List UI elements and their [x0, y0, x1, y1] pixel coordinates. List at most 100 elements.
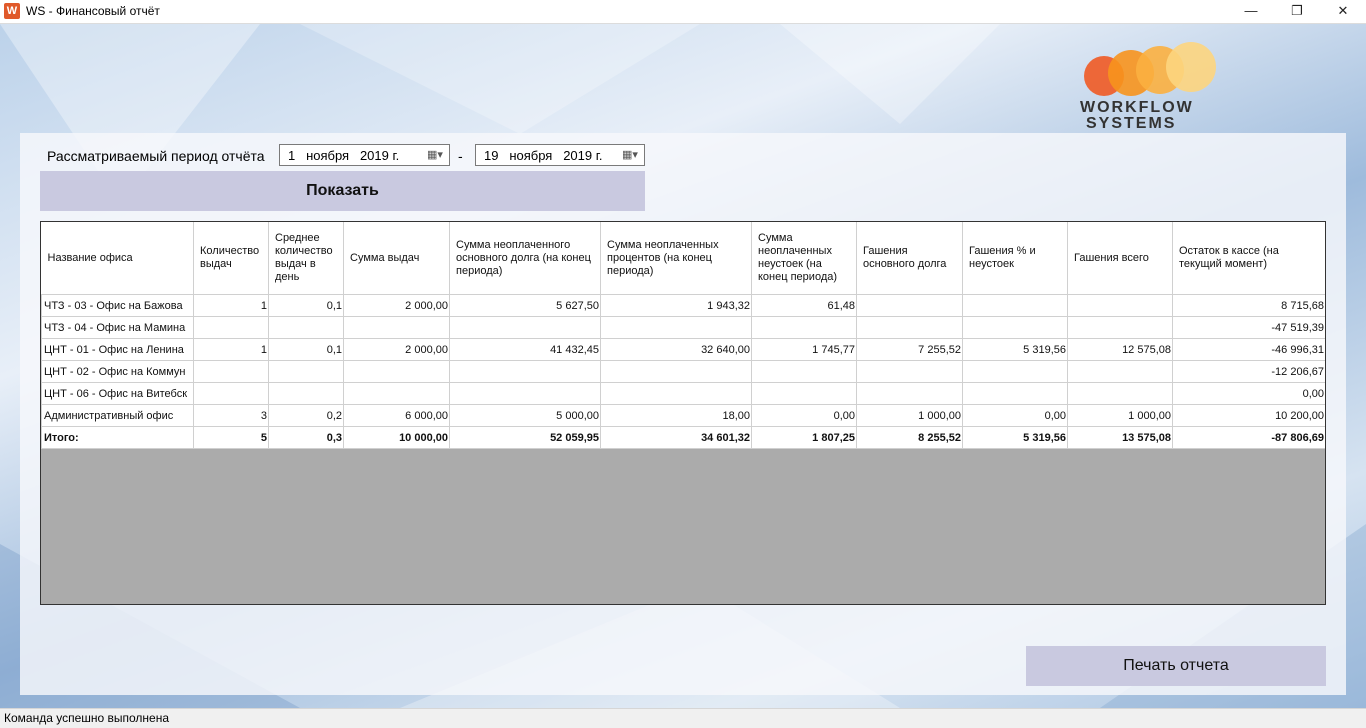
table-cell: 1 745,77 [751, 338, 857, 361]
table-cell [751, 382, 857, 405]
table-cell [856, 294, 963, 317]
table-row[interactable]: ЧТЗ - 04 - Офис на Мамина -47 519,39 [41, 316, 1325, 339]
table-cell: 0,3 [268, 426, 344, 449]
table-cell: 32 640,00 [600, 338, 752, 361]
window-title: WS - Финансовый отчёт [26, 4, 160, 18]
table-row[interactable]: Административный офис 3 0,2 6 000,00 5 000,0… [41, 404, 1325, 427]
table-cell: 2 000,00 [343, 294, 450, 317]
table-cell: 52 059,95 [449, 426, 601, 449]
table-cell: -47 519,39 [1172, 316, 1325, 339]
table-cell: 0,1 [268, 294, 344, 317]
table-cell: 1 807,25 [751, 426, 857, 449]
table-row[interactable]: ЦНТ - 02 - Офис на Коммун -12 206,67 [41, 360, 1325, 383]
table-cell: 8 715,68 [1172, 294, 1325, 317]
office-name-cell: ЦНТ - 06 - Офис на Витебск [41, 382, 194, 405]
table-cell: 10 000,00 [343, 426, 450, 449]
column-header[interactable]: Среднее количество выдач в день [268, 222, 344, 295]
table-cell [449, 360, 601, 383]
table-cell [193, 360, 269, 383]
table-cell [962, 382, 1068, 405]
table-cell [1067, 316, 1173, 339]
date-to-year: 2019 г. [563, 148, 603, 163]
table-cell: -46 996,31 [1172, 338, 1325, 361]
table-cell: 13 575,08 [1067, 426, 1173, 449]
date-from-month: ноября [306, 148, 350, 163]
date-to-month: ноября [509, 148, 553, 163]
table-cell: 61,48 [751, 294, 857, 317]
table-cell [343, 382, 450, 405]
title-bar: W WS - Финансовый отчёт — ❐ ✕ [0, 0, 1366, 24]
calendar-dropdown-icon[interactable]: ▦▾ [427, 149, 445, 161]
close-button[interactable]: ✕ [1320, 0, 1366, 23]
date-from-year: 2019 г. [359, 148, 400, 163]
table-row[interactable]: ЧТЗ - 03 - Офис на Бажова 1 0,1 2 000,00 5 6… [41, 294, 1325, 317]
table-cell: 5 000,00 [449, 404, 601, 427]
table-cell: 0,00 [751, 404, 857, 427]
table-cell: 41 432,45 [449, 338, 601, 361]
column-header[interactable]: Сумма неоплаченных неустоек (на конец пе… [751, 222, 857, 295]
table-cell: 1 [193, 338, 269, 361]
date-from-day: 1 [288, 148, 296, 163]
column-header[interactable]: Гашения основного долга [856, 222, 963, 295]
table-cell [268, 360, 344, 383]
report-table: Название офиса Количество выдач Среднее ко… [41, 222, 1325, 449]
table-cell [449, 316, 601, 339]
table-cell [751, 360, 857, 383]
office-name-cell: ЦНТ - 01 - Офис на Ленина [41, 338, 194, 361]
table-cell [600, 382, 752, 405]
table-cell: 10 200,00 [1172, 404, 1325, 427]
column-header[interactable]: Название офиса [41, 222, 194, 295]
table-cell: 0,2 [268, 404, 344, 427]
column-header[interactable]: Количество выдач [193, 222, 269, 295]
table-cell: 5 [193, 426, 269, 449]
table-header-row: Название офиса Количество выдач Среднее ко… [41, 222, 1325, 295]
table-cell: 2 000,00 [343, 338, 450, 361]
table-cell: 6 000,00 [343, 404, 450, 427]
logo-line-1: WORKFLOW [1080, 99, 1194, 116]
table-cell: 0,00 [962, 404, 1068, 427]
maximize-button[interactable]: ❐ [1274, 0, 1320, 23]
table-body: ЧТЗ - 03 - Офис на Бажова 1 0,1 2 000,00 5 6… [41, 294, 1325, 449]
table-cell [962, 316, 1068, 339]
date-separator: - [458, 148, 463, 164]
column-header[interactable]: Гашения всего [1067, 222, 1173, 295]
app-icon: W [4, 3, 20, 19]
table-cell [600, 316, 752, 339]
report-grid[interactable]: Название офиса Количество выдач Среднее ко… [40, 221, 1326, 605]
period-label: Рассматриваемый период отчёта [47, 148, 265, 164]
table-row[interactable]: ЦНТ - 06 - Офис на Витебск 0,00 [41, 382, 1325, 405]
table-cell [343, 360, 450, 383]
table-cell [449, 382, 601, 405]
date-from-picker[interactable]: 1 ноября 2019 г. ▦▾ [279, 144, 450, 166]
column-header[interactable]: Сумма выдач [343, 222, 450, 295]
table-cell: 1 000,00 [856, 404, 963, 427]
column-header[interactable]: Сумма неоплаченного основного долга (на … [449, 222, 601, 295]
print-report-button[interactable]: Печать отчета [1026, 646, 1326, 686]
table-cell: 5 627,50 [449, 294, 601, 317]
table-cell [193, 382, 269, 405]
workflow-logo: WORKFLOW SYSTEMS [1080, 42, 1230, 132]
logo-line-2: SYSTEMS [1086, 115, 1177, 132]
table-cell [1067, 382, 1173, 405]
table-cell: 0,00 [1172, 382, 1325, 405]
table-cell [962, 294, 1068, 317]
table-row[interactable]: ЦНТ - 01 - Офис на Ленина 1 0,1 2 000,00 41 … [41, 338, 1325, 361]
table-cell: -12 206,67 [1172, 360, 1325, 383]
table-cell: 3 [193, 404, 269, 427]
calendar-dropdown-icon[interactable]: ▦▾ [622, 149, 640, 161]
column-header[interactable]: Сумма неоплаченных процентов (на конец п… [600, 222, 752, 295]
table-cell: 0,1 [268, 338, 344, 361]
table-total-row[interactable]: Итого: 5 0,3 10 000,00 52 059,95 34 601,32 1 8… [41, 426, 1325, 449]
table-cell [600, 360, 752, 383]
show-button[interactable]: Показать [40, 171, 645, 211]
office-name-cell: ЧТЗ - 03 - Офис на Бажова [41, 294, 194, 317]
column-header[interactable]: Гашения % и неустоек [962, 222, 1068, 295]
table-cell: -87 806,69 [1172, 426, 1325, 449]
minimize-button[interactable]: — [1228, 0, 1274, 23]
table-cell: 18,00 [600, 404, 752, 427]
table-cell: 7 255,52 [856, 338, 963, 361]
table-cell [1067, 360, 1173, 383]
column-header[interactable]: Остаток в кассе (на текущий момент) [1172, 222, 1325, 295]
date-to-picker[interactable]: 19 ноября 2019 г. ▦▾ [475, 144, 645, 166]
table-cell [856, 382, 963, 405]
